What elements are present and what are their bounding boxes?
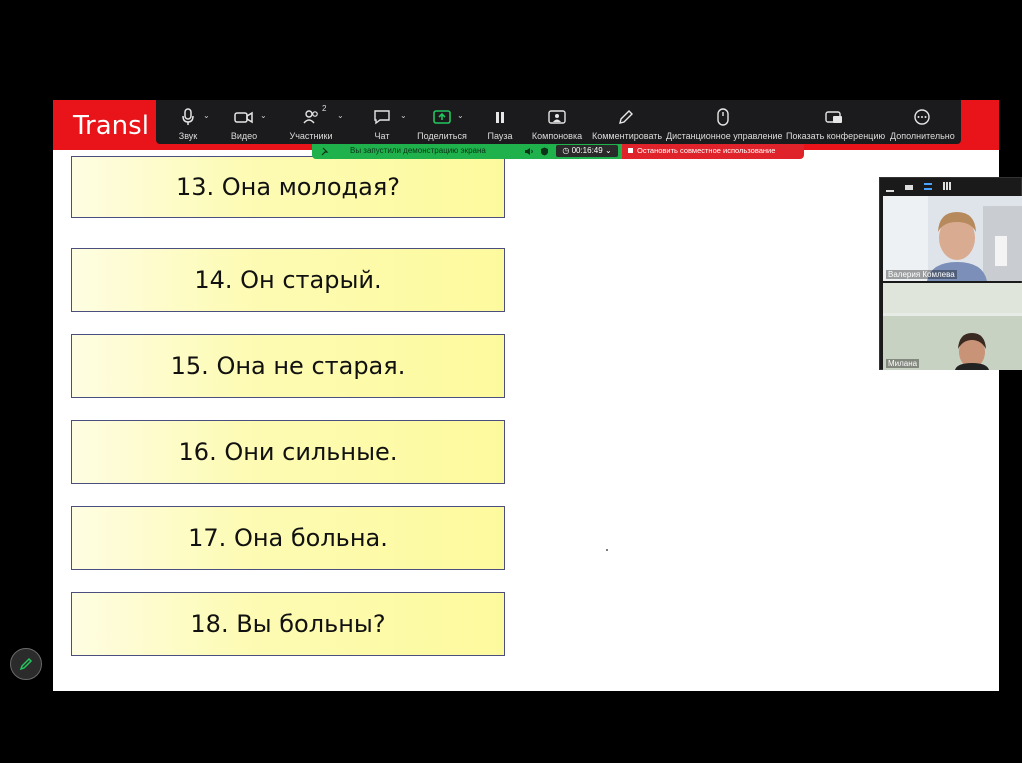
video-label: Видео bbox=[230, 131, 258, 141]
participant-tile[interactable]: Милана bbox=[883, 283, 1022, 370]
minimize-icon[interactable] bbox=[886, 186, 894, 192]
meeting-toolbar: Звук ⌄ Видео ⌄ Участники 2 ⌄ Чат ⌄ Подел… bbox=[156, 100, 961, 144]
shield-icon[interactable] bbox=[540, 147, 549, 156]
speaker-view-icon[interactable] bbox=[924, 183, 932, 190]
chevron-down-icon[interactable]: ⌄ bbox=[260, 111, 267, 120]
participants-button[interactable]: Участники bbox=[286, 100, 336, 144]
participant-name: Валерия Комлева bbox=[886, 270, 957, 279]
layout-label: Компоновка bbox=[531, 131, 583, 141]
participant-video bbox=[883, 196, 1022, 281]
video-button[interactable]: Видео bbox=[226, 100, 262, 144]
pencil-icon bbox=[619, 110, 633, 124]
phrase-card: 16. Они сильные. bbox=[71, 420, 505, 484]
participants-icon bbox=[303, 110, 318, 124]
stop-share-button[interactable]: Остановить совместное использование bbox=[622, 144, 804, 159]
share-timer-value: 00:16:49 bbox=[571, 146, 603, 155]
mouse-icon bbox=[717, 108, 729, 126]
layout-icon bbox=[548, 110, 566, 124]
share-screen-label: Поделиться bbox=[417, 131, 467, 141]
cursor-dot bbox=[606, 549, 608, 551]
participants-label: Участники bbox=[289, 131, 333, 141]
participant-name: Милана bbox=[886, 359, 920, 368]
share-screen-button[interactable]: Поделиться bbox=[416, 100, 468, 144]
microphone-icon bbox=[182, 108, 194, 125]
chat-button[interactable]: Чат bbox=[364, 100, 400, 144]
remote-control-button[interactable]: Дистанционное управление bbox=[666, 100, 783, 144]
sharing-status-bar: Вы запустили демонстрацию экрана ◷ 00:16… bbox=[312, 144, 622, 159]
annotate-button[interactable]: Комментировать bbox=[592, 100, 663, 144]
chevron-down-icon[interactable]: ⌄ bbox=[400, 111, 407, 120]
participant-tile[interactable]: Валерия Комлева bbox=[883, 196, 1022, 281]
thumbnail-view-icon[interactable] bbox=[905, 185, 913, 190]
phrase-card: 18. Вы больны? bbox=[71, 592, 505, 656]
pause-icon bbox=[496, 112, 504, 123]
chat-label: Чат bbox=[374, 131, 390, 141]
slide-title: Transl bbox=[73, 111, 149, 141]
annotate-pen-button[interactable] bbox=[10, 648, 42, 680]
pause-label: Пауза bbox=[487, 131, 513, 141]
clock-icon: ◷ bbox=[562, 146, 570, 155]
video-thumbnails-panel: Валерия Комлева Милана bbox=[879, 177, 1022, 370]
stop-icon bbox=[628, 148, 633, 153]
annotate-label: Комментировать bbox=[592, 131, 663, 141]
chevron-down-icon: ⌄ bbox=[604, 146, 612, 155]
more-icon bbox=[914, 109, 930, 125]
chat-icon bbox=[374, 110, 390, 125]
pause-share-button[interactable]: Пауза bbox=[482, 100, 518, 144]
phrase-card: 15. Она не старая. bbox=[71, 334, 505, 398]
share-timer[interactable]: ◷ 00:16:49 ⌄ bbox=[556, 145, 618, 157]
audio-button[interactable]: Звук bbox=[168, 100, 208, 144]
layout-button[interactable]: Компоновка bbox=[529, 100, 585, 144]
share-screen-icon bbox=[433, 110, 451, 124]
participant-video bbox=[883, 283, 1022, 370]
show-meeting-button[interactable]: Показать конференцию bbox=[786, 100, 886, 144]
pencil-icon bbox=[19, 657, 33, 671]
audio-label: Звук bbox=[178, 131, 198, 141]
sharing-status-text: Вы запустили демонстрацию экрана bbox=[350, 146, 486, 155]
phrase-card: 14. Он старый. bbox=[71, 248, 505, 312]
video-camera-icon bbox=[234, 111, 253, 124]
shared-slide: Transl 13. Она молодая? 14. Он старый. 1… bbox=[53, 100, 999, 691]
show-meeting-icon bbox=[825, 111, 842, 123]
stop-share-label: Остановить совместное использование bbox=[637, 146, 776, 155]
video-panel-controls bbox=[880, 178, 1022, 196]
participants-count: 2 bbox=[322, 104, 327, 113]
chevron-down-icon[interactable]: ⌄ bbox=[457, 111, 464, 120]
gallery-view-icon[interactable] bbox=[943, 182, 951, 190]
pin-icon[interactable] bbox=[321, 147, 329, 156]
remote-control-label: Дистанционное управление bbox=[666, 131, 783, 141]
speaker-icon[interactable] bbox=[524, 147, 534, 156]
phrase-card: 13. Она молодая? bbox=[71, 156, 505, 218]
chevron-down-icon[interactable]: ⌄ bbox=[203, 111, 210, 120]
chevron-down-icon[interactable]: ⌄ bbox=[337, 111, 344, 120]
phrase-card: 17. Она больна. bbox=[71, 506, 505, 570]
more-button[interactable]: Дополнительно bbox=[890, 100, 955, 144]
more-label: Дополнительно bbox=[890, 131, 955, 141]
show-meeting-label: Показать конференцию bbox=[786, 131, 886, 141]
